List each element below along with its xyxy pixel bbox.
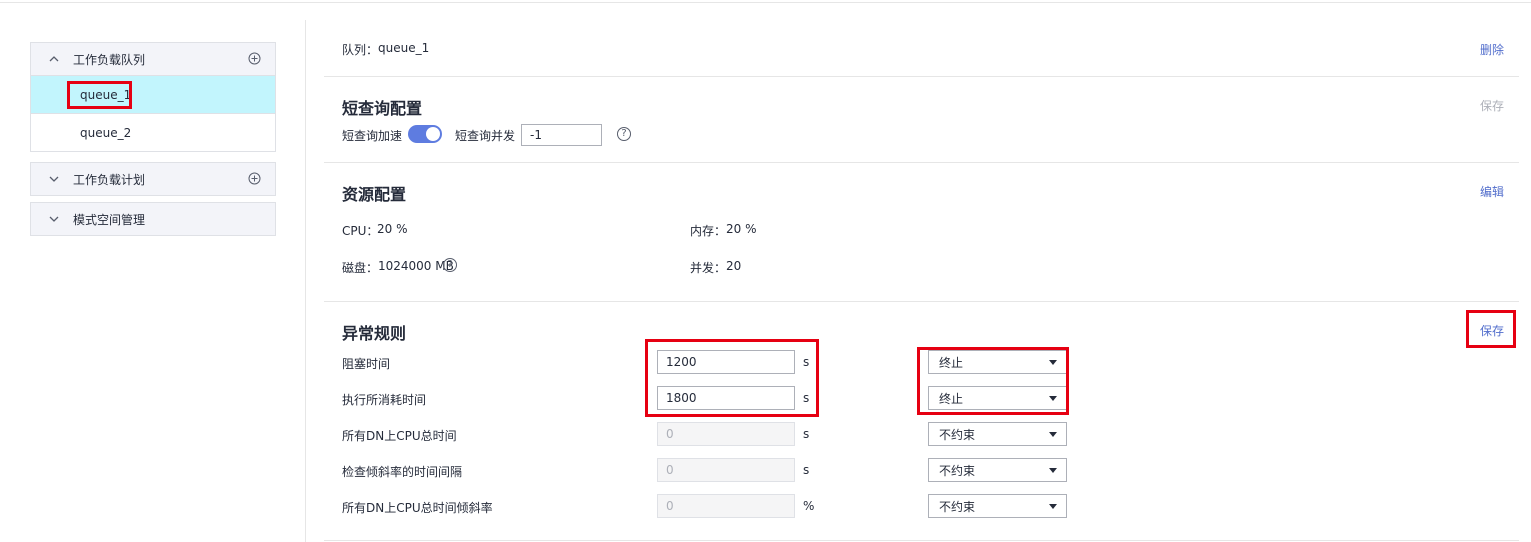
concurrency-value: 20: [726, 259, 742, 273]
highlight-box-save: [1466, 310, 1516, 348]
concurrency-label: 并发：: [690, 261, 727, 275]
chevron-up-icon: [49, 54, 59, 64]
add-queue-icon[interactable]: [248, 52, 261, 65]
memory-label: 内存：: [690, 224, 727, 238]
rule-action-select-skew-interval[interactable]: 不约束: [928, 458, 1067, 482]
workload-plan-title: 工作负载计划: [73, 172, 146, 187]
rule-input-skew-interval: 0: [657, 458, 795, 482]
workload-plan-panel[interactable]: 工作负载计划: [30, 162, 276, 196]
highlight-box-queue: [67, 81, 132, 109]
workload-queue-header[interactable]: 工作负载队列: [31, 43, 275, 75]
highlight-box-inputs: [645, 339, 819, 417]
sidebar-divider: [305, 20, 306, 542]
rule-action-select-cpu-skew[interactable]: 不约束: [928, 494, 1067, 518]
rule-label-skew-interval: 检查倾斜率的时间间隔: [342, 465, 463, 479]
help-icon[interactable]: ?: [443, 258, 457, 272]
memory-value: 20 %: [726, 222, 757, 236]
highlight-box-actions: [917, 347, 1069, 415]
resource-edit-button[interactable]: 编辑: [1480, 183, 1504, 200]
short-query-accel-toggle[interactable]: [408, 125, 442, 143]
rule-action-select-cpu-total[interactable]: 不约束: [928, 422, 1067, 446]
short-query-accel-label: 短查询加速: [342, 129, 403, 143]
cpu-label: CPU：: [342, 224, 379, 238]
rule-unit: s: [803, 463, 810, 477]
chevron-down-icon: [49, 214, 59, 224]
chevron-down-icon: [49, 174, 59, 184]
rule-label-block-time: 阻塞时间: [342, 357, 391, 371]
section-divider: [324, 301, 1519, 302]
workload-queue-title: 工作负载队列: [73, 52, 146, 67]
schema-space-header[interactable]: 模式空间管理: [31, 203, 275, 235]
cpu-value: 20 %: [377, 222, 408, 236]
exception-rules-title: 异常规则: [342, 324, 407, 343]
short-query-concurrency-input[interactable]: -1: [521, 124, 602, 146]
rule-label-cpu-total: 所有DN上CPU总时间: [342, 429, 457, 443]
rule-unit: %: [803, 499, 815, 513]
delete-button[interactable]: 删除: [1480, 41, 1504, 58]
queue-2-label: queue_2: [80, 125, 132, 140]
rule-label-exec-time: 执行所消耗时间: [342, 393, 427, 407]
schema-space-title: 模式空间管理: [73, 212, 146, 227]
rule-label-cpu-skew: 所有DN上CPU总时间倾斜率: [342, 501, 493, 515]
resource-title: 资源配置: [342, 185, 407, 204]
add-plan-icon[interactable]: [248, 172, 261, 185]
rule-input-cpu-total: 0: [657, 422, 795, 446]
schema-space-panel[interactable]: 模式空间管理: [30, 202, 276, 236]
rule-unit: s: [803, 427, 810, 441]
short-query-concurrency-label: 短查询并发: [455, 129, 516, 143]
section-divider: [324, 76, 1519, 77]
section-divider: [324, 540, 1519, 541]
disk-label: 磁盘：: [342, 261, 379, 275]
chevron-down-icon: [1049, 468, 1057, 473]
help-icon[interactable]: ?: [617, 127, 631, 141]
queue-name: queue_1: [378, 41, 430, 55]
queue-label: 队列：: [342, 43, 379, 57]
section-divider: [324, 162, 1519, 163]
short-query-save-button[interactable]: 保存: [1480, 97, 1504, 114]
workload-plan-header[interactable]: 工作负载计划: [31, 163, 275, 195]
short-query-title: 短查询配置: [342, 99, 423, 118]
top-border: [0, 2, 1531, 3]
chevron-down-icon: [1049, 504, 1057, 509]
chevron-down-icon: [1049, 432, 1057, 437]
sidebar-item-queue-2[interactable]: queue_2: [31, 113, 275, 151]
rule-input-cpu-skew: 0: [657, 494, 795, 518]
